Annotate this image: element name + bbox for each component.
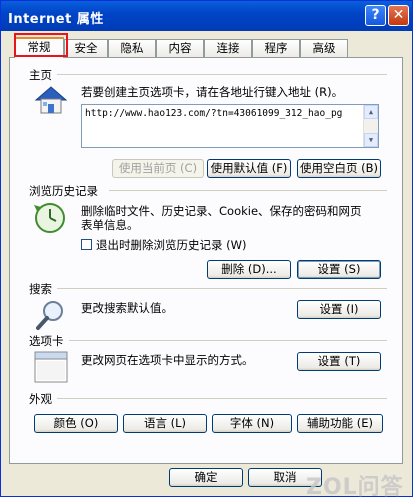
tab-programs[interactable]: 程序 bbox=[252, 39, 300, 57]
tabs-description: 更改网页在选项卡中显示的方式。 bbox=[81, 353, 254, 367]
tab-content[interactable]: 内容 bbox=[156, 39, 204, 57]
home-url-scrollbar[interactable]: ▲ ▼ bbox=[363, 105, 378, 147]
delete-history-button[interactable]: 删除 (D)... bbox=[207, 260, 291, 279]
use-default-button[interactable]: 使用默认值 (F) bbox=[207, 159, 291, 178]
ok-button[interactable]: 确定 bbox=[169, 468, 243, 487]
home-section-label: 主页 bbox=[29, 68, 52, 82]
search-description: 更改搜索默认值。 bbox=[81, 301, 173, 315]
tab-privacy[interactable]: 隐私 bbox=[108, 39, 156, 57]
scroll-down-arrow-icon[interactable]: ▼ bbox=[364, 133, 378, 147]
history-clock-icon bbox=[34, 203, 65, 233]
tab-highlight-annotation bbox=[14, 33, 68, 57]
title-bar[interactable]: Internet 属性 ? ✕ bbox=[1, 1, 412, 31]
colors-button[interactable]: 颜色 (O) bbox=[34, 414, 118, 433]
fonts-button[interactable]: 字体 (N) bbox=[212, 414, 292, 433]
home-description: 若要创建主页选项卡，请在各地址行键入地址 (R)。 bbox=[81, 85, 344, 99]
delete-on-exit-label[interactable]: 退出时删除浏览历史记录 (W) bbox=[96, 238, 247, 252]
tabs-separator bbox=[69, 340, 387, 341]
use-current-button[interactable]: 使用当前页 (C) bbox=[112, 159, 204, 178]
appearance-section-label: 外观 bbox=[29, 392, 52, 406]
zol-watermark: ZOL问答 bbox=[306, 475, 404, 500]
home-separator bbox=[57, 74, 387, 75]
internet-options-window: Internet 属性 ? ✕ 常规 安全 隐私 内容 连接 程序 高级 主页 … bbox=[0, 0, 413, 500]
home-url-textarea[interactable]: http://www.hao123.com/?tn=43061099_312_h… bbox=[81, 104, 379, 148]
tab-security[interactable]: 安全 bbox=[64, 39, 108, 57]
history-description-line2: 表单信息。 bbox=[81, 218, 139, 232]
help-button[interactable]: ? bbox=[365, 5, 386, 26]
window-title: Internet 属性 bbox=[8, 12, 104, 27]
close-button[interactable]: ✕ bbox=[388, 5, 409, 26]
search-section-label: 搜索 bbox=[29, 282, 52, 296]
history-settings-button[interactable]: 设置 (S) bbox=[297, 260, 381, 279]
tabs-settings-button[interactable]: 设置 (T) bbox=[297, 352, 381, 371]
use-blank-button[interactable]: 使用空白页 (B) bbox=[297, 159, 381, 178]
accessibility-button[interactable]: 辅助功能 (E) bbox=[297, 414, 383, 433]
scroll-up-arrow-icon[interactable]: ▲ bbox=[364, 105, 378, 119]
tabs-section-label: 选项卡 bbox=[29, 334, 64, 348]
history-description-line1: 删除临时文件、历史记录、Cookie、保存的密码和网页 bbox=[81, 204, 362, 218]
delete-on-exit-checkbox[interactable] bbox=[81, 239, 92, 250]
appearance-separator bbox=[57, 398, 387, 399]
tab-connections[interactable]: 连接 bbox=[204, 39, 252, 57]
tab-advanced[interactable]: 高级 bbox=[300, 39, 348, 57]
history-separator bbox=[109, 190, 387, 191]
languages-button[interactable]: 语言 (L) bbox=[123, 414, 207, 433]
search-separator bbox=[57, 288, 387, 289]
search-settings-button[interactable]: 设置 (I) bbox=[297, 300, 381, 319]
home-icon bbox=[34, 86, 68, 114]
tabbed-window-icon bbox=[34, 351, 68, 383]
home-url-value: http://www.hao123.com/?tn=43061099_312_h… bbox=[85, 108, 343, 119]
history-section-label: 浏览历史记录 bbox=[29, 184, 98, 198]
magnifier-icon bbox=[36, 301, 63, 330]
